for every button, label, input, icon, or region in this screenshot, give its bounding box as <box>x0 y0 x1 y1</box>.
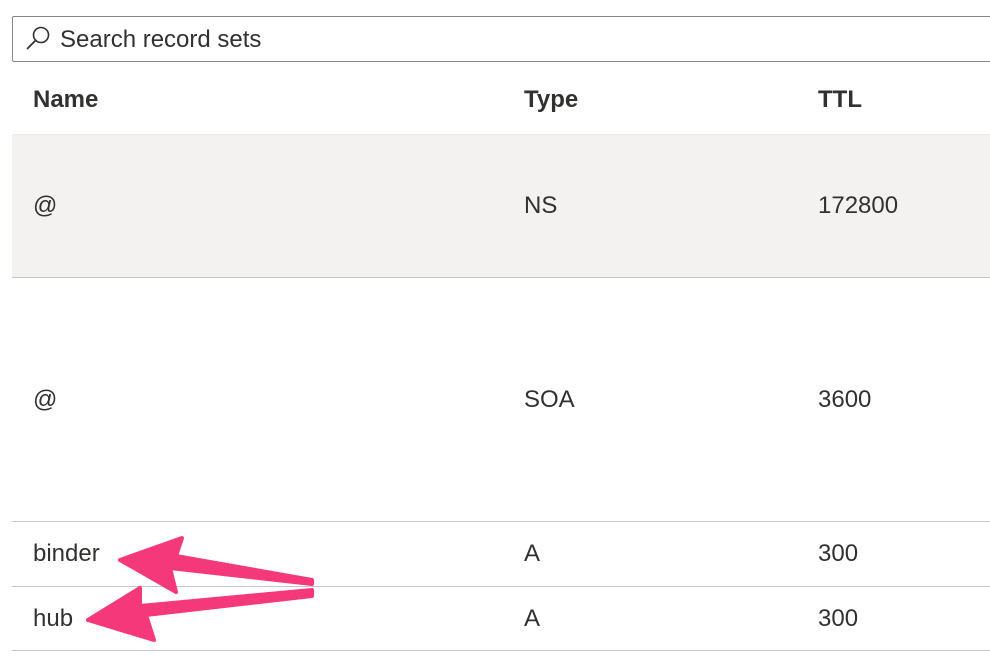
column-header-ttl[interactable]: TTL <box>818 86 862 114</box>
record-name: @ <box>33 192 58 219</box>
record-sets-table: Name Type TTL @ NS 172800 @ SOA 3600 bin… <box>12 66 990 651</box>
column-header-type[interactable]: Type <box>524 86 578 114</box>
record-ttl: 300 <box>818 540 859 567</box>
record-ttl: 3600 <box>818 385 872 413</box>
record-type: NS <box>524 192 558 219</box>
table-row[interactable]: @ SOA 3600 <box>12 278 990 522</box>
table-row[interactable]: hub A 300 <box>12 587 990 651</box>
record-type: SOA <box>524 385 575 413</box>
record-type: A <box>524 604 541 632</box>
table-row[interactable]: binder A 300 <box>12 522 990 587</box>
search-icon <box>24 24 52 52</box>
record-name: @ <box>33 385 58 413</box>
search-input[interactable] <box>60 22 960 58</box>
column-header-name[interactable]: Name <box>33 86 98 114</box>
dns-record-sets-page: Name Type TTL @ NS 172800 @ SOA 3600 bin… <box>0 0 990 660</box>
record-name: binder <box>33 540 100 567</box>
table-row[interactable]: @ NS 172800 <box>12 135 990 278</box>
record-ttl: 300 <box>818 604 859 632</box>
record-type: A <box>524 540 541 567</box>
record-ttl: 172800 <box>818 192 899 219</box>
table-header: Name Type TTL <box>12 66 990 135</box>
record-name: hub <box>33 604 74 632</box>
